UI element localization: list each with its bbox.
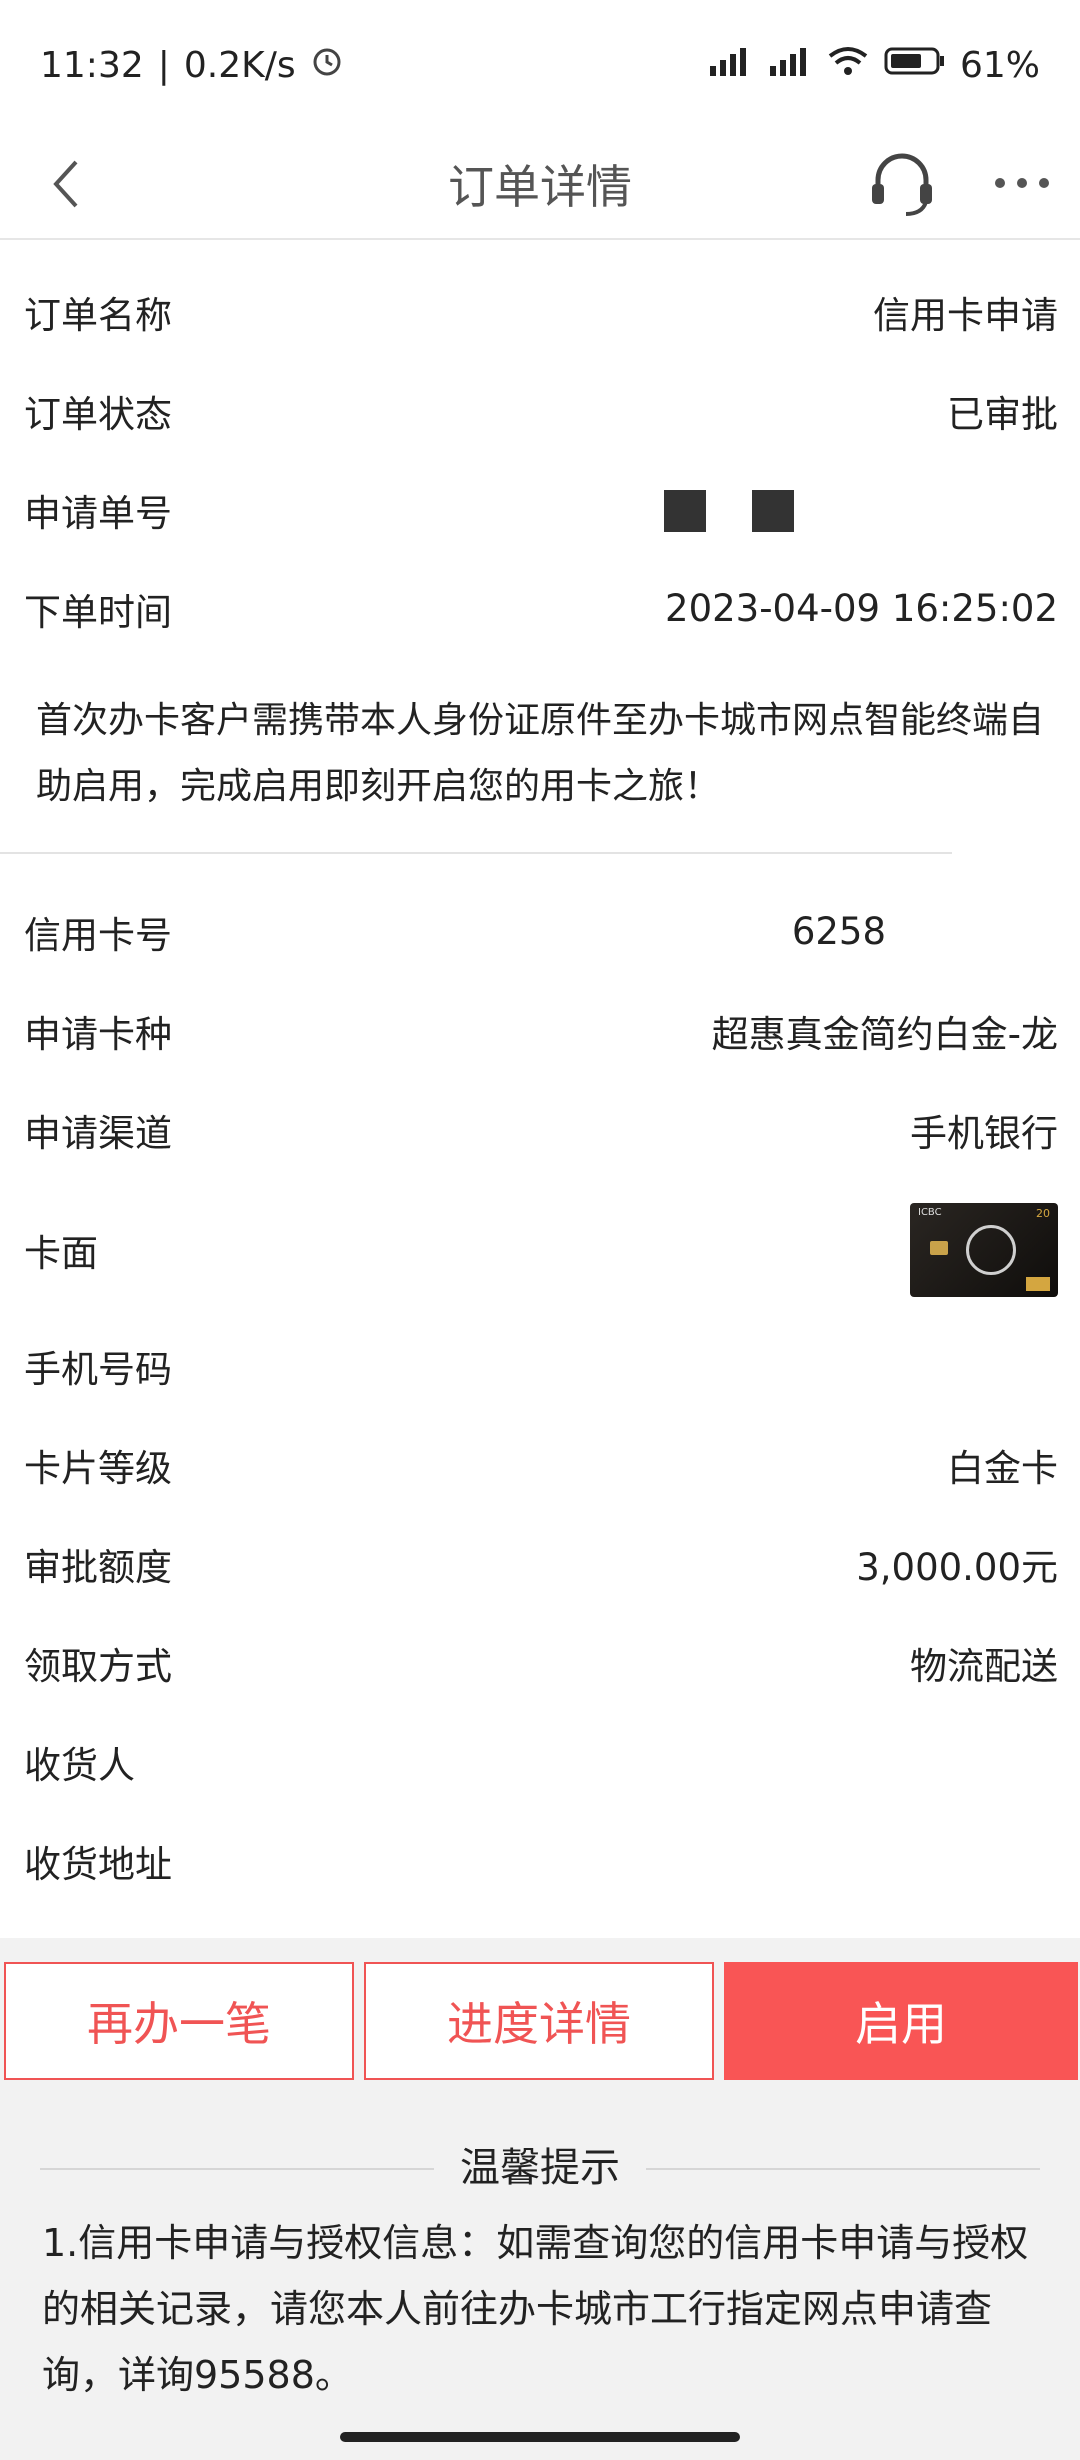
row-value: 3,000.00元 — [856, 1545, 1058, 1589]
row-label: 订单状态 — [24, 392, 172, 436]
row-label: 订单名称 — [24, 293, 172, 337]
row-label: 收货人 — [24, 1743, 135, 1787]
card-pattern — [966, 1225, 1016, 1275]
back-button[interactable] — [38, 154, 98, 214]
row-value: 已审批 — [947, 392, 1058, 436]
row-label: 申请卡种 — [24, 1012, 172, 1056]
status-bar: 11:32 | 0.2K/s 61% — [0, 0, 1080, 130]
row-label: 申请单号 — [24, 491, 172, 535]
card-face-image[interactable]: ICBC 20 — [910, 1203, 1058, 1297]
credit-limit-row: 审批额度 3,000.00元 — [0, 1514, 1080, 1613]
activate-button[interactable]: 启用 — [724, 1962, 1078, 2080]
recipient-row: 收货人 — [0, 1712, 1080, 1811]
activation-notice: 首次办卡客户需携带本人身份证原件至办卡城市网点智能终端自助启用，完成启用即刻开启… — [36, 700, 1045, 807]
status-time: 11:32 — [40, 44, 144, 86]
alarm-icon — [310, 44, 344, 87]
tips-title-container: 温馨提示 — [40, 2138, 1040, 2198]
card-gold-mark — [1026, 1277, 1050, 1291]
battery-percent: 61% — [959, 44, 1040, 86]
row-label: 卡片等级 — [24, 1446, 172, 1490]
signal-icon-2 — [766, 44, 812, 87]
status-separator: | — [157, 44, 170, 86]
status-left: 11:32 | 0.2K/s — [40, 44, 344, 87]
card-type-row: 申请卡种 超惠真金简约白金-龙 — [0, 981, 1080, 1080]
order-time-row: 下单时间 2023-04-09 16:25:02 — [0, 559, 1080, 658]
channel-row: 申请渠道 手机银行 — [0, 1080, 1080, 1179]
signal-icon — [706, 44, 752, 87]
card-chip — [930, 1241, 948, 1255]
section-divider — [0, 852, 952, 854]
page-title: 订单详情 — [448, 160, 632, 214]
customer-service-button[interactable] — [862, 144, 942, 224]
tips-header: 温馨提示 — [40, 2138, 1040, 2198]
tips-title: 温馨提示 — [434, 2145, 646, 2191]
order-name-row: 订单名称 信用卡申请 — [0, 262, 1080, 361]
headset-icon — [872, 153, 932, 216]
redacted-block — [664, 490, 706, 532]
application-number-row: 申请单号 — [0, 460, 1080, 559]
home-indicator[interactable] — [340, 2432, 740, 2442]
row-value: 白金卡 — [947, 1446, 1058, 1490]
status-speed: 0.2K/s — [183, 44, 296, 86]
card-level-row: 卡片等级 白金卡 — [0, 1415, 1080, 1514]
phone-row: 手机号码 — [0, 1316, 1080, 1415]
row-value: 2023-04-09 16:25:02 — [665, 587, 1058, 630]
row-label: 下单时间 — [24, 590, 172, 634]
row-value: 手机银行 — [910, 1111, 1058, 1155]
battery-icon — [884, 44, 946, 87]
more-dots-icon — [995, 178, 1049, 188]
card-face-row: 卡面 ICBC 20 — [0, 1180, 1080, 1320]
chevron-left-icon — [53, 160, 78, 208]
more-button[interactable] — [990, 158, 1054, 208]
row-label: 审批额度 — [24, 1545, 172, 1589]
order-status-row: 订单状态 已审批 — [0, 361, 1080, 460]
row-label: 卡面 — [24, 1232, 98, 1275]
row-label: 收货地址 — [24, 1842, 172, 1886]
redacted-block — [752, 490, 794, 532]
row-label: 领取方式 — [24, 1644, 172, 1688]
row-value: 信用卡申请 — [873, 293, 1058, 337]
card-bank-logo: ICBC — [918, 1207, 942, 1218]
row-value: 6258 — [791, 910, 886, 953]
row-value: 超惠真金简约白金-龙 — [711, 1012, 1058, 1056]
wifi-icon — [826, 44, 870, 87]
status-right: 61% — [706, 44, 1040, 87]
row-label: 手机号码 — [24, 1347, 172, 1391]
tips-text: 1.信用卡申请与授权信息：如需查询您的信用卡申请与授权的相关记录，请您本人前往办… — [42, 2221, 1029, 2397]
apply-again-button[interactable]: 再办一笔 — [4, 1962, 354, 2080]
row-label: 信用卡号 — [24, 913, 172, 957]
nav-bar: 订单详情 — [0, 130, 1080, 240]
address-row: 收货地址 — [0, 1811, 1080, 1910]
pickup-method-row: 领取方式 物流配送 — [0, 1613, 1080, 1712]
row-label: 申请渠道 — [24, 1111, 172, 1155]
progress-detail-button[interactable]: 进度详情 — [364, 1962, 714, 2080]
card-number-row: 信用卡号 6258 — [0, 882, 1080, 981]
card-number-badge: 20 — [1036, 1207, 1050, 1220]
row-value: 物流配送 — [910, 1644, 1058, 1688]
